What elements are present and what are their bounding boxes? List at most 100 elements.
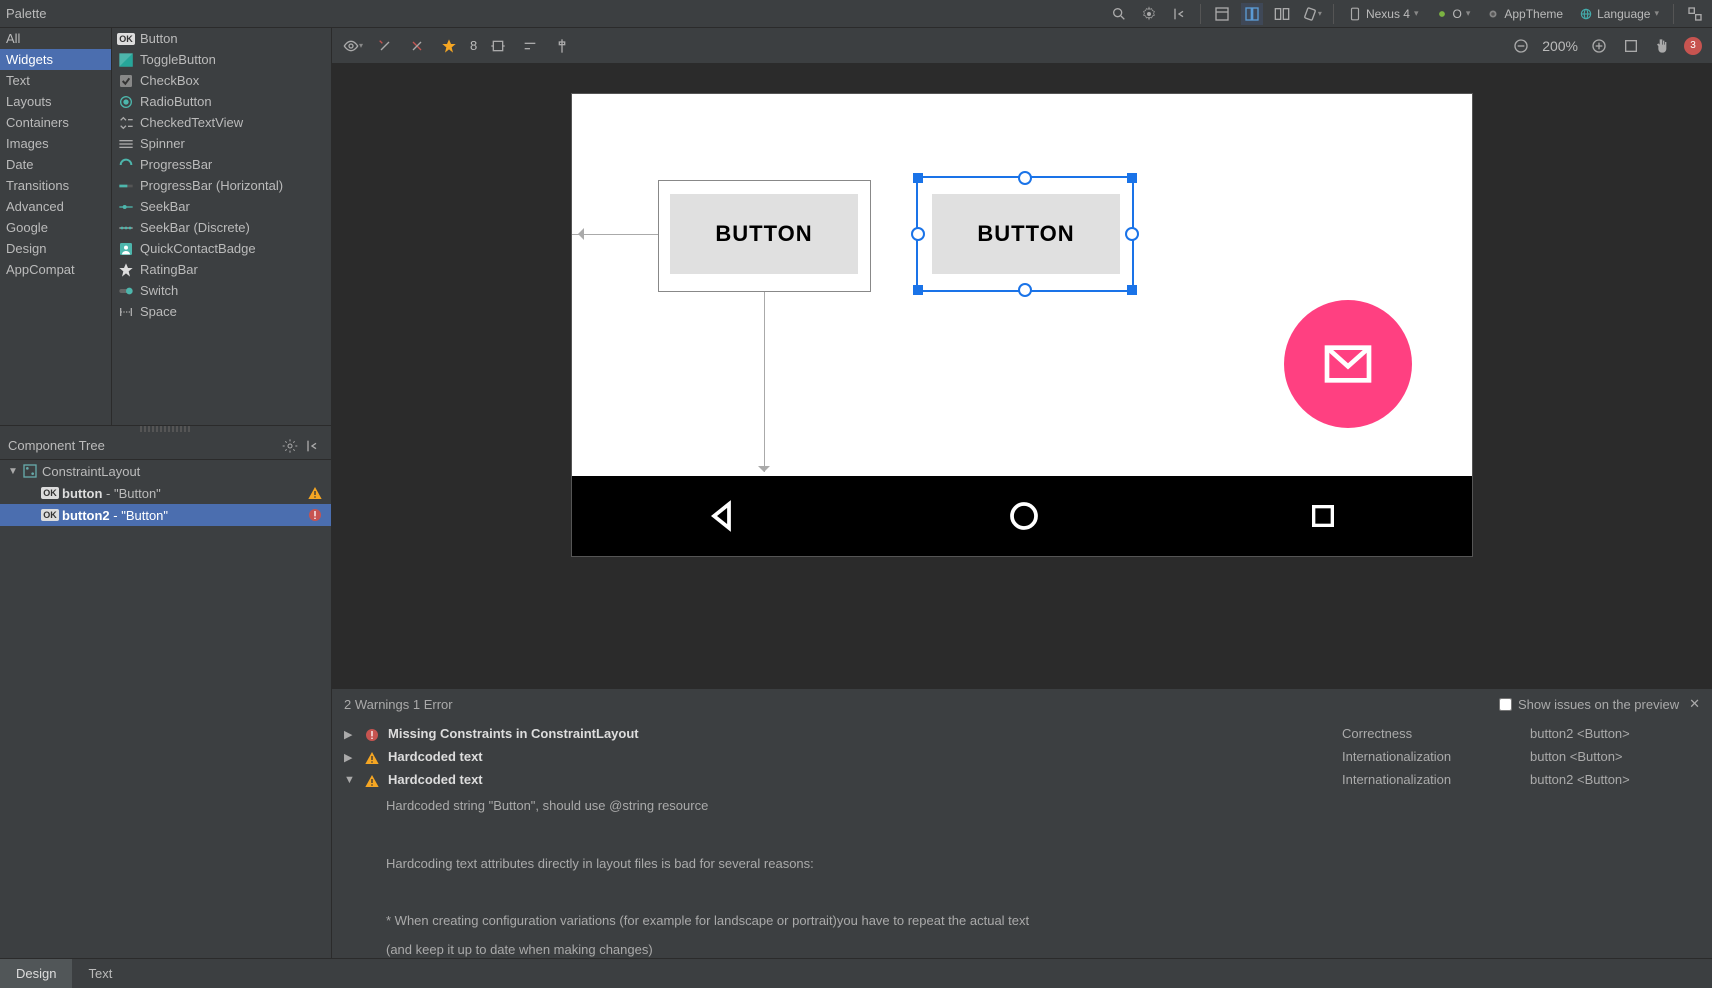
recent-icon[interactable] — [1307, 500, 1339, 532]
right-panel: ▾ 8 200% 3 BUTTON — [332, 28, 1712, 958]
selection-outline[interactable] — [916, 176, 1134, 292]
theme-label: AppTheme — [1504, 7, 1563, 21]
palette-item-spinner[interactable]: Spinner — [112, 133, 331, 154]
constraint-anchor[interactable] — [1125, 227, 1139, 241]
constraint-guide — [572, 234, 658, 235]
palette-categories: AllWidgetsTextLayoutsContainersImagesDat… — [0, 28, 112, 425]
margin-value[interactable]: 8 — [470, 38, 477, 53]
language-selector[interactable]: Language▾ — [1575, 7, 1663, 21]
zoom-fit-icon[interactable] — [1620, 35, 1642, 57]
component-tree-header: Component Tree — [0, 432, 331, 460]
pack-icon[interactable] — [519, 35, 541, 57]
constraint-guide — [764, 292, 765, 472]
margin-icon[interactable] — [487, 35, 509, 57]
constraint-anchor[interactable] — [911, 227, 925, 241]
tree-node-button2[interactable]: OKbutton2 - "Button" — [0, 504, 331, 526]
widget-icon — [118, 73, 134, 89]
show-in-preview-checkbox[interactable] — [1499, 698, 1512, 711]
zoom-in-icon[interactable] — [1588, 35, 1610, 57]
theme-selector[interactable]: AppTheme — [1482, 7, 1567, 21]
api-label: O — [1453, 7, 1462, 21]
close-icon[interactable]: ✕ — [1689, 696, 1700, 712]
constraint-anchor[interactable] — [1018, 171, 1032, 185]
preview-button-1[interactable]: BUTTON — [670, 194, 858, 274]
palette-category-layouts[interactable]: Layouts — [0, 91, 111, 112]
palette-item-space[interactable]: Space — [112, 301, 331, 322]
issue-detail-text: (and keep it up to date when making chan… — [332, 936, 1712, 958]
show-in-preview-toggle[interactable]: Show issues on the preview — [1499, 697, 1679, 712]
palette-item-checkbox[interactable]: CheckBox — [112, 70, 331, 91]
api-selector[interactable]: O▾ — [1431, 7, 1475, 21]
palette-item-checkedtextview[interactable]: CheckedTextView — [112, 112, 331, 133]
resize-handle[interactable] — [1127, 285, 1137, 295]
issue-row[interactable]: ▼Hardcoded textInternationalizationbutto… — [332, 769, 1712, 792]
clear-constraints-icon[interactable] — [406, 35, 428, 57]
bottom-tabs: DesignText — [0, 958, 1712, 988]
orientation-icon[interactable]: ▾ — [1301, 3, 1323, 25]
fab-button[interactable] — [1284, 300, 1412, 428]
palette-item-togglebutton[interactable]: ToggleButton — [112, 49, 331, 70]
constraint-anchor[interactable] — [1018, 283, 1032, 297]
palette-category-google[interactable]: Google — [0, 217, 111, 238]
palette-item-button[interactable]: OKButton — [112, 28, 331, 49]
search-icon[interactable] — [1108, 3, 1130, 25]
home-icon[interactable] — [1006, 498, 1042, 534]
palette-category-design[interactable]: Design — [0, 238, 111, 259]
zoom-label: 200% — [1542, 38, 1578, 54]
layout-variants-icon[interactable] — [1684, 3, 1706, 25]
resize-handle[interactable] — [1127, 173, 1137, 183]
collapse-icon[interactable] — [1168, 3, 1190, 25]
palette-category-advanced[interactable]: Advanced — [0, 196, 111, 217]
resize-handle[interactable] — [913, 173, 923, 183]
palette-category-widgets[interactable]: Widgets — [0, 49, 111, 70]
issue-category: Internationalization — [1342, 772, 1522, 787]
component-tree: ▼ ConstraintLayout OKbutton - "Button"OK… — [0, 460, 331, 958]
palette-category-transitions[interactable]: Transitions — [0, 175, 111, 196]
pan-icon[interactable] — [1652, 35, 1674, 57]
palette-category-all[interactable]: All — [0, 28, 111, 49]
align-icon[interactable] — [551, 35, 573, 57]
palette-item-quickcontactbadge[interactable]: QuickContactBadge — [112, 238, 331, 259]
palette-category-text[interactable]: Text — [0, 70, 111, 91]
palette-item-progressbar-horizontal-[interactable]: ProgressBar (Horizontal) — [112, 175, 331, 196]
palette-item-seekbar[interactable]: SeekBar — [112, 196, 331, 217]
device-selector[interactable]: Nexus 4▾ — [1344, 7, 1423, 21]
palette-item-switch[interactable]: Switch — [112, 280, 331, 301]
language-label: Language — [1597, 7, 1650, 21]
infer-constraints-icon[interactable] — [438, 35, 460, 57]
palette-item-ratingbar[interactable]: RatingBar — [112, 259, 331, 280]
eye-icon[interactable]: ▾ — [342, 35, 364, 57]
gear-icon[interactable] — [1138, 3, 1160, 25]
view-design-icon[interactable] — [1211, 3, 1233, 25]
tree-node-button[interactable]: OKbutton - "Button" — [0, 482, 331, 504]
palette-category-date[interactable]: Date — [0, 154, 111, 175]
notification-badge[interactable]: 3 — [1684, 37, 1702, 55]
expand-arrow-icon[interactable]: ▶ — [344, 728, 356, 741]
widget-icon — [118, 178, 134, 194]
expand-arrow-icon[interactable]: ▼ — [344, 774, 356, 786]
issue-row[interactable]: ▶Missing Constraints in ConstraintLayout… — [332, 723, 1712, 746]
view-blueprint-icon[interactable] — [1241, 3, 1263, 25]
gear-icon[interactable] — [279, 435, 301, 457]
tree-root[interactable]: ▼ ConstraintLayout — [0, 460, 331, 482]
palette-category-appcompat[interactable]: AppCompat — [0, 259, 111, 280]
collapse-icon[interactable] — [301, 435, 323, 457]
issue-row[interactable]: ▶Hardcoded textInternationalizationbutto… — [332, 746, 1712, 769]
issue-category: Internationalization — [1342, 749, 1522, 764]
palette-item-progressbar[interactable]: ProgressBar — [112, 154, 331, 175]
widget-icon — [118, 220, 134, 236]
magic-wand-icon[interactable] — [374, 35, 396, 57]
tab-design[interactable]: Design — [0, 959, 72, 988]
palette-category-containers[interactable]: Containers — [0, 112, 111, 133]
palette-item-radiobutton[interactable]: RadioButton — [112, 91, 331, 112]
design-surface[interactable]: BUTTON BUTTON — [332, 64, 1712, 688]
palette-category-images[interactable]: Images — [0, 133, 111, 154]
zoom-out-icon[interactable] — [1510, 35, 1532, 57]
view-both-icon[interactable] — [1271, 3, 1293, 25]
resize-handle[interactable] — [913, 285, 923, 295]
issues-header: 2 Warnings 1 Error Show issues on the pr… — [332, 689, 1712, 719]
expand-arrow-icon[interactable]: ▶ — [344, 751, 356, 764]
palette-item-seekbar-discrete-[interactable]: SeekBar (Discrete) — [112, 217, 331, 238]
back-icon[interactable] — [705, 498, 741, 534]
tab-text[interactable]: Text — [72, 959, 128, 988]
